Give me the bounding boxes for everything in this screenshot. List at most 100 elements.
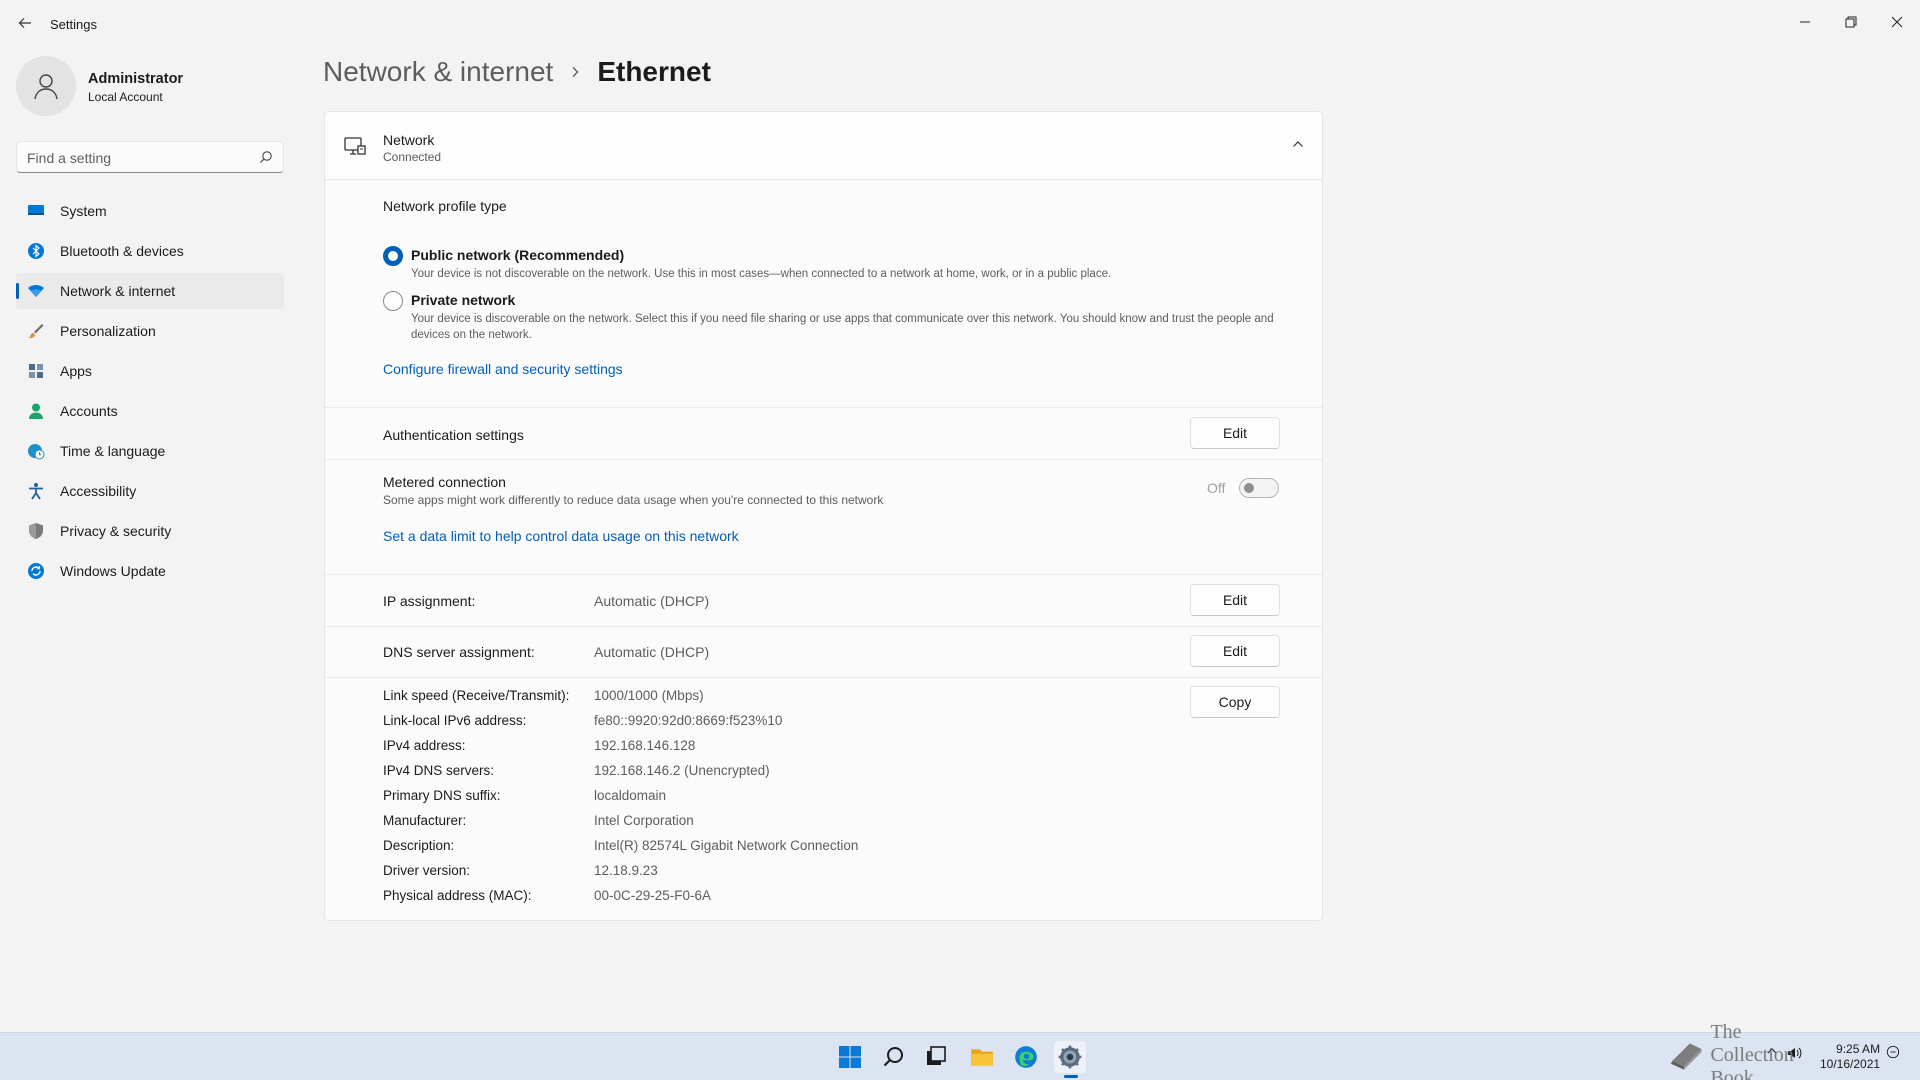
- accessibility-icon: [27, 482, 45, 500]
- auth-edit-button[interactable]: Edit: [1190, 417, 1280, 449]
- detail-value: 00-0C-29-25-F0-6A: [594, 888, 712, 903]
- metered-connection-description: Some apps might work differently to redu…: [383, 493, 884, 507]
- edge-button[interactable]: [1010, 1041, 1042, 1073]
- sidebar-item-accounts[interactable]: Accounts: [16, 393, 284, 429]
- sidebar-item-apps[interactable]: Apps: [16, 353, 284, 389]
- private-network-label: Private network: [411, 292, 516, 308]
- chevron-right-icon: [569, 66, 581, 78]
- edge-icon: [1015, 1046, 1037, 1068]
- chevron-up-icon[interactable]: [1290, 136, 1306, 152]
- settings-app-button[interactable]: [1054, 1041, 1086, 1073]
- divider: [325, 626, 1322, 627]
- sidebar-item-bluetooth[interactable]: Bluetooth & devices: [16, 233, 284, 269]
- network-profile-type-heading: Network profile type: [383, 198, 507, 214]
- sidebar-item-network[interactable]: Network & internet: [16, 273, 284, 309]
- dns-edit-button[interactable]: Edit: [1190, 635, 1280, 667]
- sidebar-item-label: Network & internet: [60, 283, 176, 299]
- watermark: The Collection Book: [1668, 1021, 1828, 1080]
- network-card-header[interactable]: Network Connected: [325, 112, 1322, 180]
- search-box[interactable]: [16, 141, 284, 173]
- copy-button[interactable]: Copy: [1190, 686, 1280, 718]
- detail-value: 192.168.146.128: [594, 738, 696, 753]
- file-explorer-button[interactable]: [966, 1041, 998, 1073]
- user-profile[interactable]: Administrator Local Account: [16, 56, 286, 118]
- public-network-label: Public network (Recommended): [411, 247, 625, 263]
- divider: [325, 407, 1322, 408]
- configure-firewall-link[interactable]: Configure firewall and security settings: [383, 361, 623, 377]
- avatar: [16, 56, 76, 116]
- public-network-description: Your device is not discoverable on the n…: [411, 268, 1112, 280]
- bluetooth-icon: [27, 242, 45, 260]
- file-explorer-icon: [971, 1049, 993, 1066]
- sidebar-item-label: Personalization: [60, 323, 156, 339]
- detail-label: Link-local IPv6 address:: [383, 713, 527, 728]
- detail-value: 1000/1000 (Mbps): [594, 688, 704, 703]
- settings-icon: [1058, 1045, 1082, 1069]
- start-button[interactable]: [834, 1041, 866, 1073]
- sidebar-item-label: Accessibility: [60, 483, 137, 499]
- taskbar: 9:25 AM 10/16/2021: [0, 1032, 1920, 1080]
- toggle-knob: [1244, 483, 1254, 493]
- sidebar-item-accessibility[interactable]: Accessibility: [16, 473, 284, 509]
- back-button[interactable]: [14, 12, 36, 34]
- sidebar-item-label: Accounts: [60, 403, 118, 419]
- restore-button[interactable]: [1828, 6, 1874, 38]
- data-limit-link[interactable]: Set a data limit to help control data us…: [383, 528, 739, 544]
- search-icon: [260, 151, 272, 163]
- network-status: Connected: [383, 150, 442, 164]
- search-icon: [883, 1047, 903, 1067]
- task-view-button[interactable]: [920, 1041, 952, 1073]
- apps-icon: [27, 362, 45, 380]
- sidebar-item-label: Apps: [60, 363, 92, 379]
- sidebar-item-personalization[interactable]: Personalization: [16, 313, 284, 349]
- sidebar-item-time-language[interactable]: Time & language: [16, 433, 284, 469]
- private-network-radio[interactable]: [383, 291, 403, 311]
- watermark-text: The Collection Book: [1710, 1020, 1794, 1080]
- ip-edit-button[interactable]: Edit: [1190, 584, 1280, 616]
- taskbar-search-button[interactable]: [878, 1041, 910, 1073]
- detail-label: IPv4 DNS servers:: [383, 763, 495, 778]
- profile-account-type: Local Account: [88, 90, 163, 104]
- sidebar-item-label: Bluetooth & devices: [60, 243, 184, 259]
- breadcrumb-parent[interactable]: Network & internet: [323, 56, 553, 88]
- system-clock[interactable]: 9:25 AM 10/16/2021: [1820, 1042, 1880, 1072]
- system-icon: [27, 202, 45, 220]
- breadcrumb: Network & internet Ethernet: [323, 56, 711, 88]
- detail-label: Driver version:: [383, 863, 471, 878]
- back-arrow-icon: [18, 18, 31, 28]
- detail-value: Intel Corporation: [594, 813, 694, 828]
- detail-value: Intel(R) 82574L Gigabit Network Connecti…: [594, 838, 859, 853]
- network-card: Network Connected Network profile type P…: [324, 111, 1323, 921]
- close-button[interactable]: [1874, 6, 1920, 38]
- sidebar-item-windows-update[interactable]: Windows Update: [16, 553, 284, 589]
- detail-label: Manufacturer:: [383, 813, 467, 828]
- minimize-button[interactable]: [1782, 6, 1828, 38]
- detail-value: 12.18.9.23: [594, 863, 658, 878]
- book-icon: [1670, 1043, 1702, 1070]
- sidebar-item-label: Time & language: [60, 443, 166, 459]
- close-icon: [1891, 16, 1903, 28]
- detail-label: Physical address (MAC):: [383, 888, 532, 903]
- dns-assignment-label: DNS server assignment:: [383, 644, 535, 660]
- dns-assignment-value: Automatic (DHCP): [594, 644, 710, 660]
- sidebar-nav: System Bluetooth & devices Network & int…: [16, 193, 284, 593]
- divider: [325, 574, 1322, 575]
- wifi-icon: [27, 282, 45, 300]
- sidebar-item-label: Windows Update: [60, 563, 166, 579]
- metered-connection-label: Metered connection: [383, 474, 506, 490]
- page-title: Ethernet: [597, 56, 711, 87]
- metered-toggle-state: Off: [1207, 480, 1226, 496]
- public-network-radio[interactable]: [383, 246, 403, 266]
- sidebar-item-system[interactable]: System: [16, 193, 284, 229]
- detail-label: Link speed (Receive/Transmit):: [383, 688, 570, 703]
- task-view-icon: [927, 1046, 946, 1065]
- sidebar-item-privacy-security[interactable]: Privacy & security: [16, 513, 284, 549]
- start-icon: [839, 1046, 861, 1068]
- detail-label: Primary DNS suffix:: [383, 788, 501, 803]
- update-icon: [27, 562, 45, 580]
- profile-name: Administrator: [88, 71, 184, 87]
- metered-toggle[interactable]: [1239, 478, 1279, 498]
- divider: [325, 677, 1322, 678]
- notification-icon[interactable]: [1886, 1045, 1900, 1062]
- search-input[interactable]: [27, 148, 247, 168]
